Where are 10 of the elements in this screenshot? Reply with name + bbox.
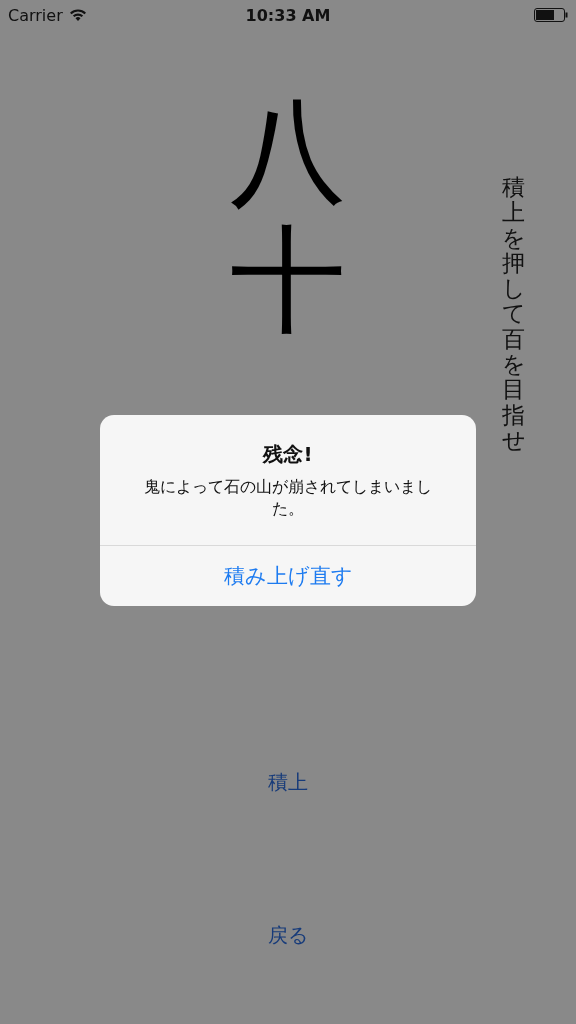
battery-icon (534, 8, 568, 22)
stack-button[interactable]: 積上 (260, 765, 316, 801)
wifi-icon (68, 8, 87, 22)
carrier-label: Carrier (8, 5, 63, 25)
instruction-text: 積上を押して百を目指せ (502, 175, 525, 454)
restack-button[interactable]: 積み上げ直す (100, 545, 476, 607)
alert-message: 鬼によって石の山が崩されてしまいました。 (143, 476, 433, 520)
back-button[interactable]: 戻る (260, 918, 316, 954)
alert-title: 残念! (263, 441, 313, 468)
clock-time: 10:33 AM (245, 5, 331, 25)
